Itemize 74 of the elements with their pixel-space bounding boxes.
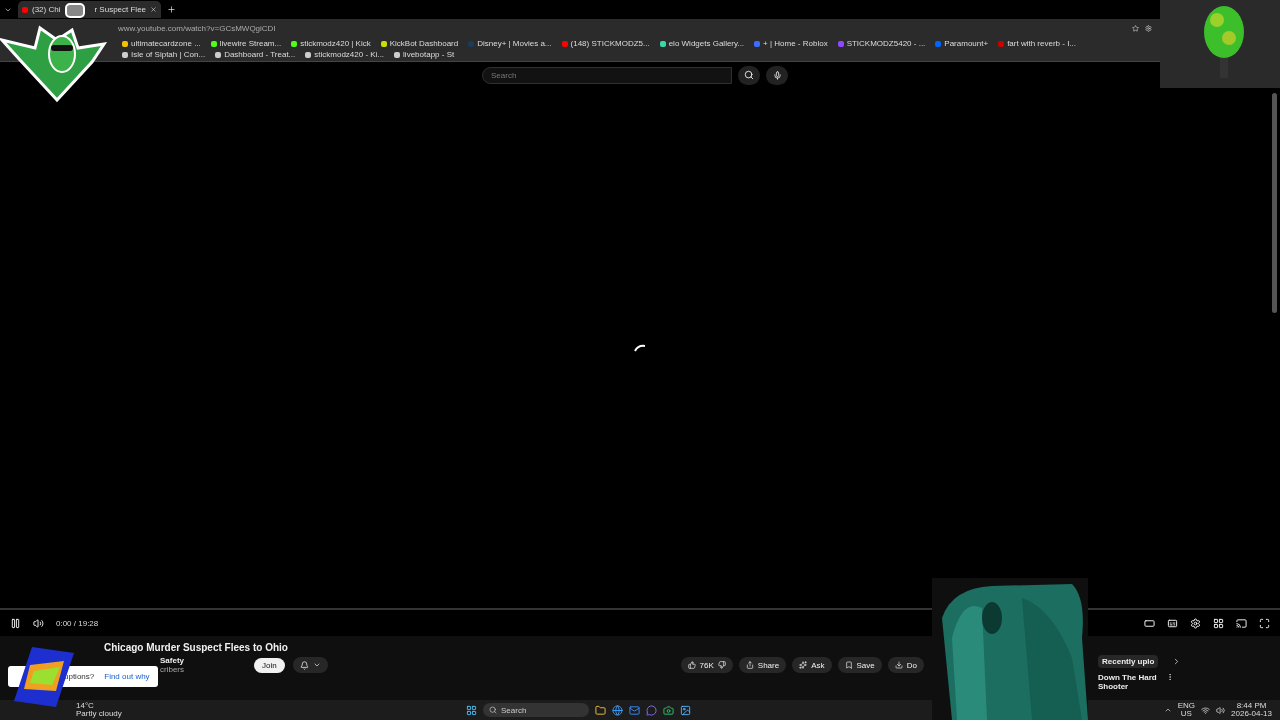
save-button[interactable]: Save [837,657,882,673]
bookmark-link[interactable]: elo Widgets Gallery... [659,39,745,48]
temperature: 14°C [76,702,95,710]
bookmark-link[interactable]: Disney+ | Movies a... [468,39,552,48]
search-icon [744,70,754,80]
bell-icon [299,660,309,670]
captions-button[interactable] [1167,617,1178,629]
ask-button[interactable]: Ask [792,657,832,673]
folder-icon[interactable] [595,704,606,716]
download-icon [894,661,903,669]
new-tab-icon[interactable] [167,5,177,14]
settings-button[interactable] [1190,617,1201,629]
bookmark-link[interactable]: stickmodz420 - Ki... [305,50,385,59]
mic-button[interactable] [766,65,788,85]
share-icon [745,661,754,669]
taskbar-search[interactable]: Search [483,703,589,717]
notifications-button[interactable] [292,657,328,673]
recommended-title[interactable]: Down The Hard Shooter [1098,673,1158,691]
volume-icon[interactable] [1216,705,1226,715]
channel-name[interactable]: Safety [160,656,246,665]
start-icon[interactable] [466,704,477,716]
search-icon [489,706,497,714]
photos-icon[interactable] [680,704,691,716]
download-button[interactable]: Do [887,657,924,673]
thumbs-down-icon[interactable] [717,661,726,669]
time-display: 0:00 / 19:28 [56,618,99,628]
weather-condition: Partly cloudy [76,710,123,718]
search-button[interactable] [738,65,760,85]
bookmark-link[interactable]: (148) STICKMODZ5... [561,39,650,48]
chat-icon[interactable] [646,704,657,716]
close-icon[interactable] [150,6,158,13]
caret-icon [312,661,321,669]
share-button[interactable]: Share [738,657,787,673]
tray-icon[interactable] [1163,706,1172,714]
bookmark-link[interactable]: livebotapp - St [394,50,455,59]
camera-icon[interactable] [663,704,674,716]
bookmark-link[interactable]: livewire Stream... [210,39,282,48]
bookmark-link[interactable]: Dashboard - Treat... [215,50,296,59]
subscriber-count: cribers [160,665,185,674]
autoplay-toggle[interactable] [1144,617,1155,629]
sparkle-icon [799,661,808,669]
loading-spinner-icon [634,344,646,352]
join-button[interactable]: Join [254,657,285,673]
mail-icon[interactable] [629,704,640,716]
bookmark-link[interactable]: Paramount+ [935,39,989,48]
language[interactable]: ENG [1177,702,1196,710]
bookmark-link[interactable]: + | Home - Roblox [754,39,828,48]
bookmark-link[interactable]: Isle of Siptah | Con... [122,50,206,59]
search-field[interactable]: Search [482,66,732,84]
bookmark-link[interactable]: STICKMODZ5420 - ... [837,39,926,48]
bookmark-icon [844,661,853,669]
wifi-icon[interactable] [1201,705,1211,715]
bookmark-link[interactable]: KickBot Dashboard [380,39,459,48]
like-button[interactable]: 76K [680,657,733,673]
video-title: Chicago Murder Suspect Flees to Ohio [104,642,289,653]
cast-button[interactable] [1236,617,1247,629]
clock-date[interactable]: 2026-04-13 [1231,710,1272,718]
star-icon[interactable] [1132,24,1139,32]
volume-button[interactable] [33,617,44,629]
youtube-favicon-icon [22,6,28,13]
bookmark-link[interactable]: fart with reverb - I... [998,39,1077,48]
bookmark-link[interactable]: stickmodz420 | Kick [291,39,371,48]
globe-icon[interactable] [612,704,623,716]
scrollbar-thumb[interactable] [1272,93,1277,313]
thumbs-up-icon [687,661,696,669]
region[interactable]: US [1180,710,1192,718]
clock-time[interactable]: 8:44 PM [1236,702,1267,710]
bookmark-link[interactable]: ultimatecardzone ... [122,39,201,48]
find-out-why-link[interactable]: Find out why [104,672,150,681]
mic-icon [772,70,782,80]
pause-button[interactable] [10,617,21,629]
fullscreen-button[interactable] [1259,617,1270,629]
more-icon[interactable] [1166,673,1174,681]
filter-chip[interactable]: Recently uplo [1098,655,1159,668]
